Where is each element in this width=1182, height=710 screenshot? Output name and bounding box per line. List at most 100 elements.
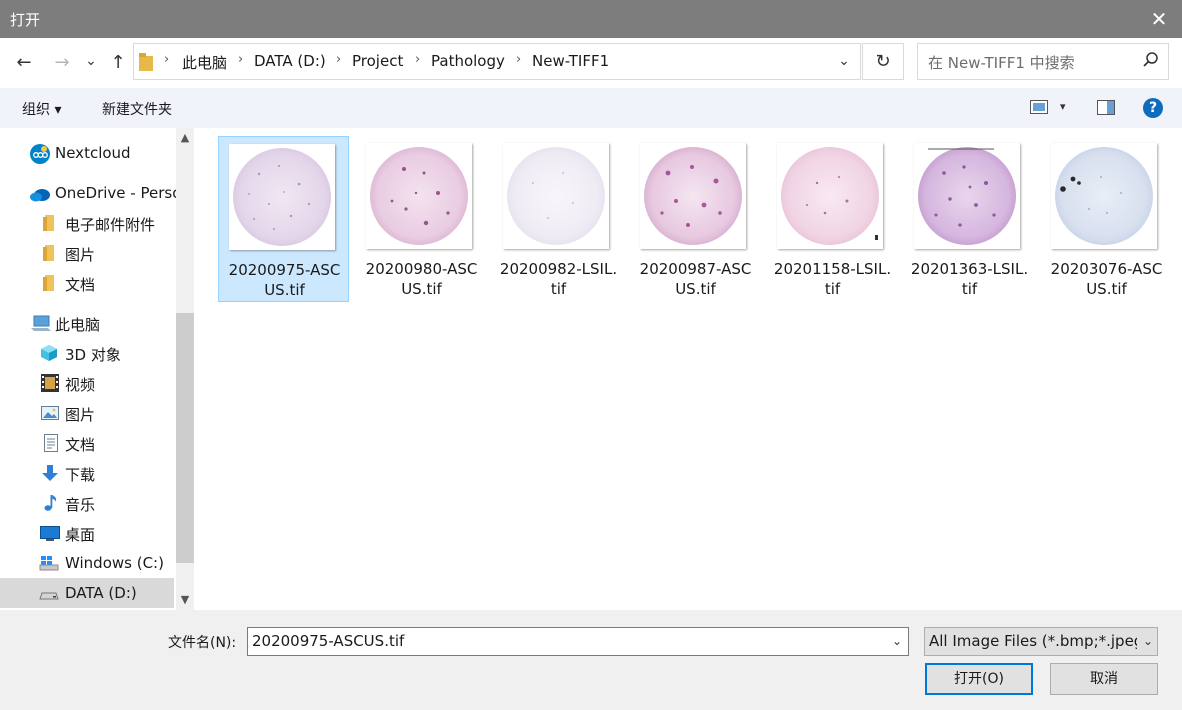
up-button[interactable]: ↑ — [105, 50, 131, 76]
window-title: 打开 — [10, 11, 41, 29]
sidebar-item-onedrive-pictures[interactable]: 图片 — [0, 238, 176, 268]
sidebar-item-label: OneDrive - Perso — [55, 184, 176, 202]
breadcrumb-new-tiff1[interactable]: New-TIFF1 — [532, 52, 609, 70]
sidebar-scroll-thumb[interactable] — [176, 313, 194, 563]
close-icon[interactable]: ✕ — [1136, 0, 1182, 38]
3d-objects-icon — [41, 345, 57, 361]
sidebar-item-downloads[interactable]: 下载 — [0, 458, 176, 488]
sidebar-item-label: 桌面 — [65, 526, 96, 544]
onedrive-icon — [30, 189, 50, 202]
sidebar-item-label: Nextcloud — [55, 144, 131, 162]
search-icon[interactable] — [1141, 50, 1161, 70]
view-dropdown-icon[interactable]: ▾ — [1060, 100, 1066, 113]
sidebar-item-email-attachments[interactable]: 电子邮件附件 — [0, 208, 176, 238]
file-type-dropdown-icon[interactable]: ⌄ — [1138, 627, 1158, 656]
specimen-dots-icon — [532, 172, 574, 219]
nextcloud-icon — [30, 144, 50, 164]
file-thumbnail — [366, 143, 472, 249]
sidebar-item-label: 图片 — [65, 246, 96, 264]
filename-dropdown-icon[interactable]: ⌄ — [886, 627, 908, 656]
file-item[interactable]: 20201158-LSIL. tif — [767, 136, 898, 302]
folder-icon — [43, 245, 54, 261]
breadcrumb-data-drive[interactable]: DATA (D:) — [254, 52, 326, 70]
sidebar-item-desktop[interactable]: 桌面 — [0, 518, 176, 548]
search-input[interactable]: 在 New-TIFF1 中搜索 — [928, 52, 1075, 73]
sidebar-item-label: 此电脑 — [55, 316, 101, 334]
breadcrumb-separator: › — [164, 52, 170, 67]
back-button[interactable]: ← — [11, 50, 37, 76]
sidebar-item-label: Windows (C:) — [65, 554, 164, 572]
pictures-icon — [41, 406, 59, 420]
breadcrumb-separator: › — [415, 52, 421, 67]
specimen-dots-icon — [1060, 176, 1122, 214]
cancel-button[interactable]: 取消 — [1050, 663, 1158, 695]
breadcrumb-pathology[interactable]: Pathology — [431, 52, 505, 70]
open-button[interactable]: 打开(O) — [925, 663, 1033, 695]
recent-locations-button[interactable]: ⌄ — [80, 48, 102, 74]
drive-icon — [39, 592, 59, 600]
specimen-dots-icon — [660, 165, 722, 227]
download-icon — [42, 465, 58, 481]
sidebar-item-videos[interactable]: 视频 — [0, 368, 176, 398]
refresh-button[interactable]: ↻ — [862, 43, 904, 80]
address-dropdown-icon[interactable]: ⌄ — [828, 43, 860, 80]
filename-label: 文件名(N): — [168, 635, 237, 651]
file-thumbnail — [777, 143, 883, 249]
sidebar-item-label: 下载 — [65, 466, 96, 484]
sidebar-item-onedrive-documents[interactable]: 文档 — [0, 268, 176, 298]
specimen-dots-icon — [248, 165, 311, 230]
new-folder-button[interactable]: 新建文件夹 — [102, 99, 172, 119]
windows-drive-icon — [39, 556, 59, 571]
sidebar-item-documents[interactable]: 文档 — [0, 428, 176, 458]
organize-menu-button[interactable]: 组织 ▾ — [22, 99, 61, 119]
sidebar-item-onedrive[interactable]: OneDrive - Perso — [0, 178, 176, 208]
documents-icon — [44, 434, 58, 452]
sidebar-item-data-d[interactable]: DATA (D:) — [0, 578, 174, 608]
file-name: 20200987-ASC US.tif — [639, 260, 752, 298]
file-name: 20200982-LSIL. tif — [499, 260, 618, 298]
filename-input[interactable]: 20200975-ASCUS.tif — [252, 632, 404, 650]
command-toolbar — [0, 88, 1182, 128]
sidebar-item-music[interactable]: 音乐 — [0, 488, 176, 518]
breadcrumb-separator: › — [516, 52, 522, 67]
breadcrumb-separator: › — [238, 52, 244, 67]
sidebar-item-label: 文档 — [65, 436, 96, 454]
forward-button[interactable]: → — [49, 50, 75, 76]
sidebar-item-label: 3D 对象 — [65, 346, 121, 364]
file-name: 20200975-ASC US.tif — [228, 261, 341, 299]
music-icon — [44, 495, 57, 511]
desktop-icon — [40, 526, 60, 541]
specimen-dots-icon — [928, 148, 996, 227]
scroll-up-icon[interactable]: ▲ — [176, 128, 194, 148]
view-options-icon[interactable] — [1030, 100, 1048, 114]
file-item[interactable]: 20200987-ASC US.tif — [630, 136, 761, 302]
file-item[interactable]: 20200982-LSIL. tif — [493, 136, 624, 302]
sidebar-item-3d-objects[interactable]: 3D 对象 — [0, 338, 176, 368]
sidebar-item-windows-c[interactable]: Windows (C:) — [0, 548, 176, 578]
file-name: 20200980-ASC US.tif — [365, 260, 478, 298]
file-item[interactable]: 20201363-LSIL. tif — [904, 136, 1035, 302]
breadcrumb-separator: › — [336, 52, 342, 67]
file-item[interactable]: 20203076-ASC US.tif — [1041, 136, 1172, 302]
file-thumbnail — [914, 143, 1020, 249]
file-name: 20201158-LSIL. tif — [773, 260, 892, 298]
preview-pane-icon[interactable] — [1097, 100, 1115, 115]
file-thumbnail — [640, 143, 746, 249]
sidebar-item-label: 视频 — [65, 376, 96, 394]
scroll-down-icon[interactable]: ▼ — [176, 590, 194, 610]
breadcrumb-project[interactable]: Project — [352, 52, 403, 70]
breadcrumb-this-pc[interactable]: 此电脑 — [182, 52, 227, 73]
file-item[interactable]: 20200980-ASC US.tif — [356, 136, 487, 302]
folder-icon — [139, 53, 153, 71]
video-icon — [41, 374, 59, 392]
sidebar-item-nextcloud[interactable]: Nextcloud — [0, 138, 176, 168]
sidebar-item-pictures[interactable]: 图片 — [0, 398, 176, 428]
help-icon[interactable]: ? — [1143, 98, 1163, 118]
sidebar-item-this-pc[interactable]: 此电脑 — [0, 308, 176, 338]
specimen-dots-icon — [806, 176, 878, 240]
file-thumbnail — [229, 144, 335, 250]
file-name: 20203076-ASC US.tif — [1050, 260, 1163, 298]
file-item[interactable]: 20200975-ASC US.tif — [218, 136, 349, 302]
file-type-value[interactable]: All Image Files (*.bmp;*.jpeg — [929, 632, 1137, 650]
file-name: 20201363-LSIL. tif — [910, 260, 1029, 298]
